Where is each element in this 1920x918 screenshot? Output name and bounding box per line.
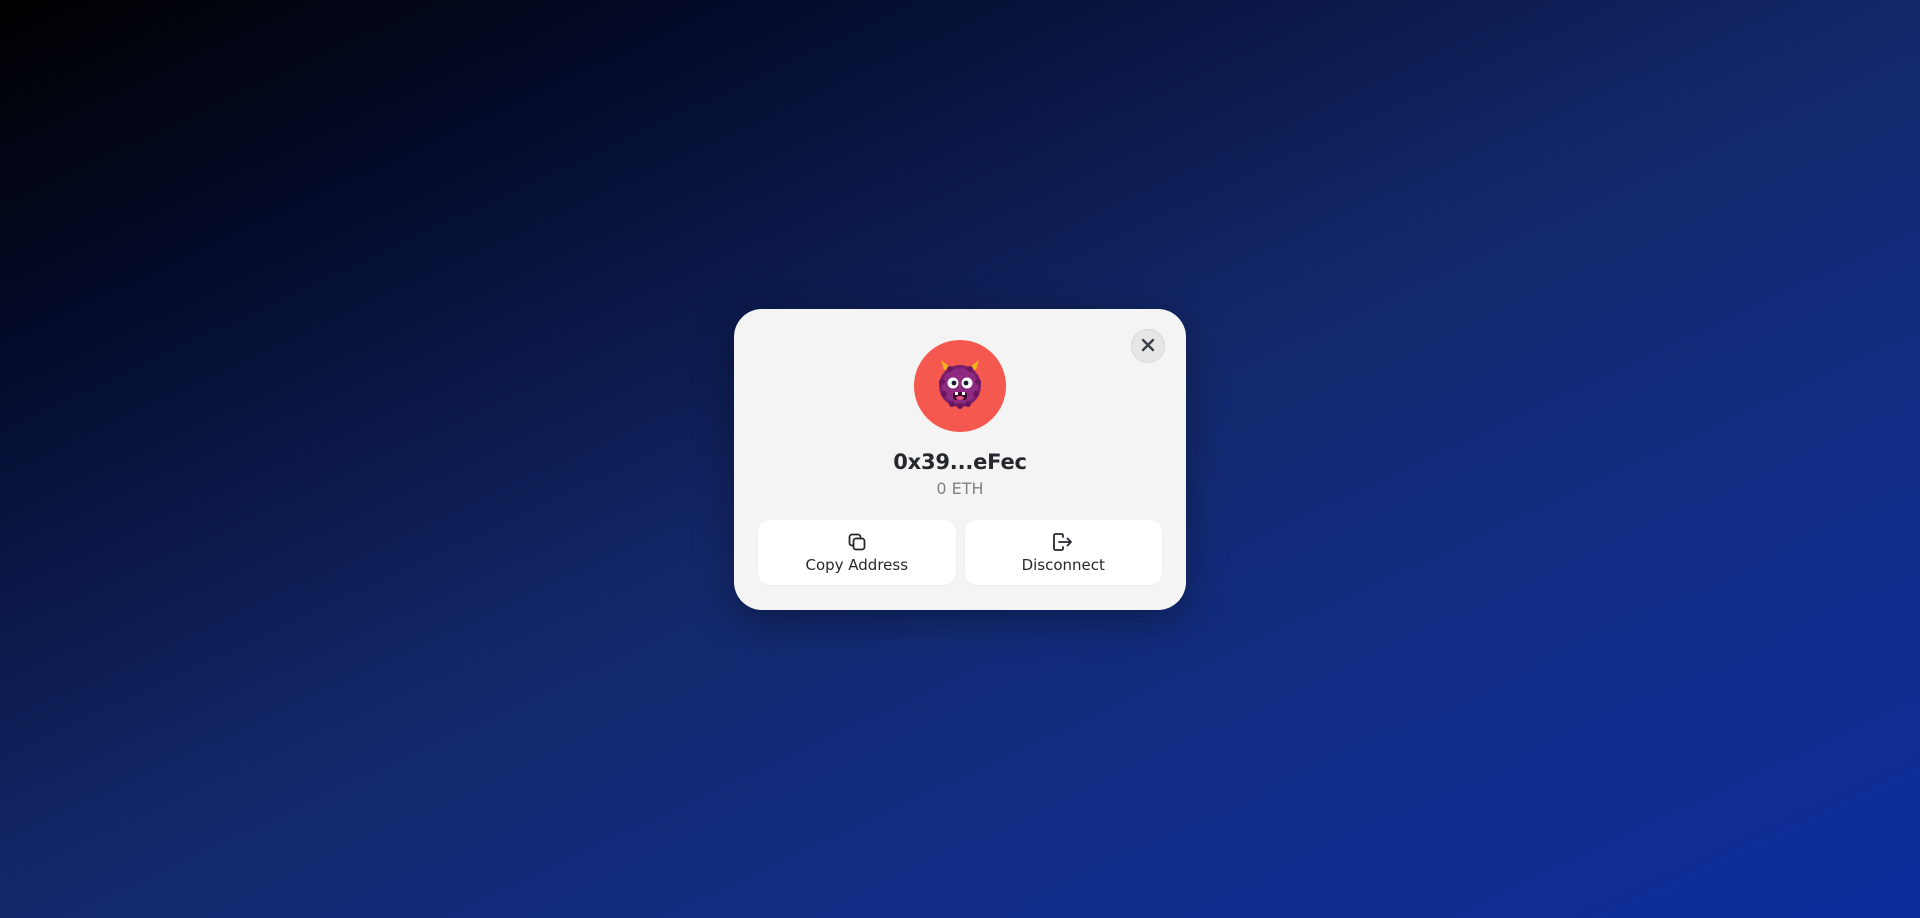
close-icon — [1141, 337, 1155, 356]
wallet-balance: 0 ETH — [936, 479, 984, 498]
copy-address-label: Copy Address — [805, 556, 909, 574]
disconnect-button[interactable]: Disconnect — [964, 520, 1162, 585]
disconnect-label: Disconnect — [1021, 556, 1105, 574]
avatar — [914, 340, 1006, 432]
disconnect-icon — [1052, 531, 1074, 553]
copy-icon — [846, 531, 868, 553]
action-buttons: Copy Address Disconnect — [758, 520, 1162, 585]
wallet-address: 0x39...eFec — [893, 450, 1027, 474]
monster-avatar-icon — [932, 356, 988, 416]
close-button[interactable] — [1131, 329, 1165, 363]
account-modal: 0x39...eFec 0 ETH Copy Address Disconnec… — [734, 309, 1186, 610]
copy-address-button[interactable]: Copy Address — [758, 520, 956, 585]
